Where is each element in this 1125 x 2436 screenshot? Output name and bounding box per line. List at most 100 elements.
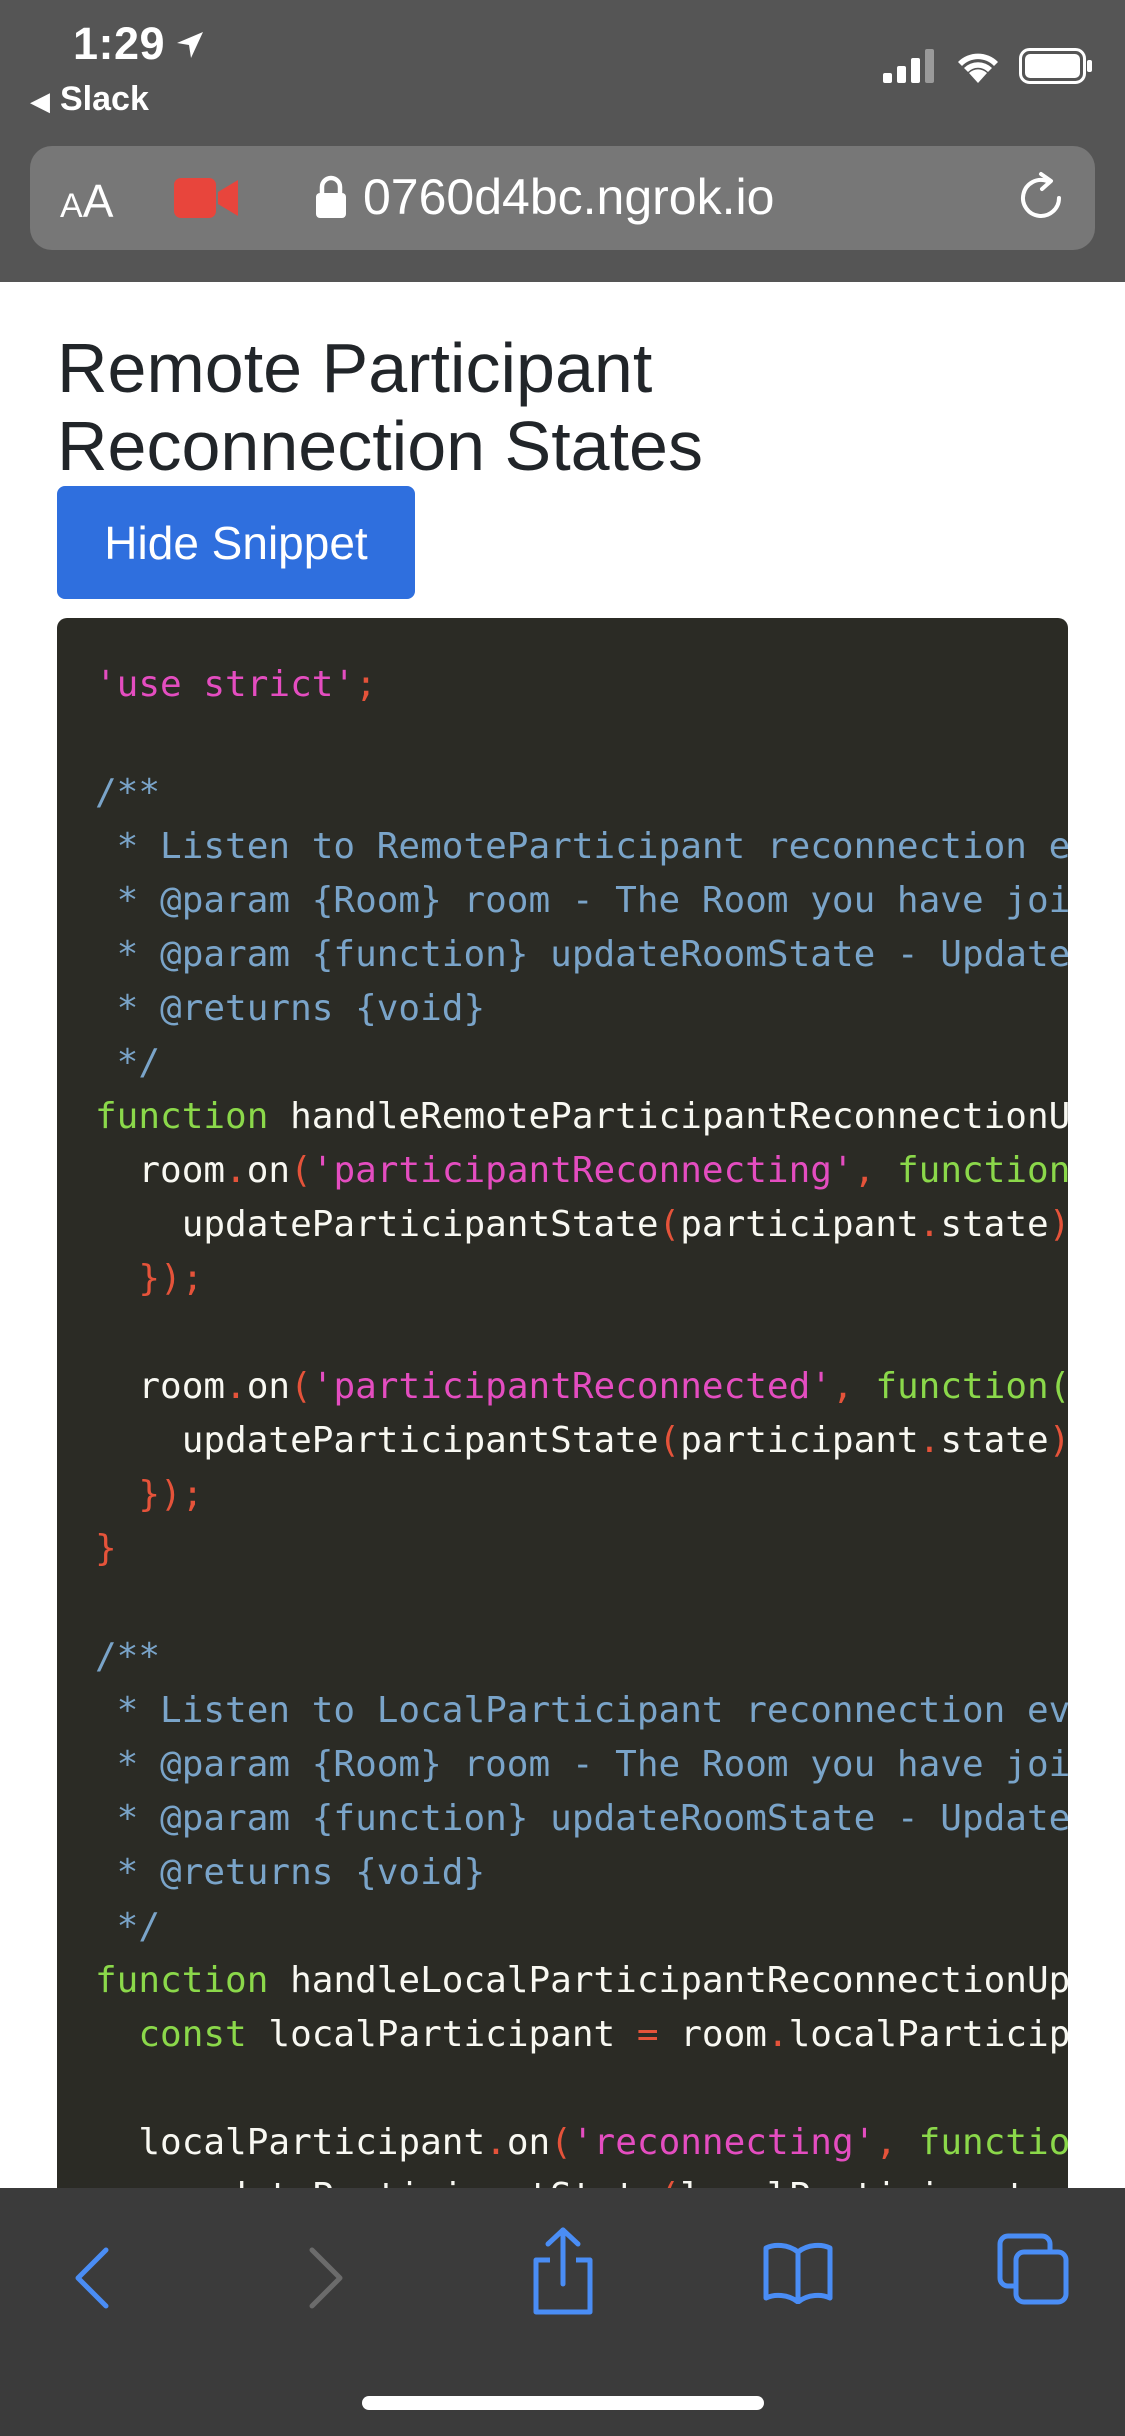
camera-recording-icon[interactable] bbox=[174, 176, 242, 220]
code-token: ( bbox=[290, 1366, 312, 1407]
code-token: . bbox=[918, 1420, 941, 1461]
code-token: functio bbox=[918, 2122, 1068, 2163]
url-display[interactable]: 0760d4bc.ngrok.io bbox=[315, 168, 774, 226]
code-line: * @param {Room} room - The Room you have… bbox=[95, 874, 1068, 928]
code-token: ) bbox=[1049, 1420, 1068, 1461]
code-token: on bbox=[246, 1366, 291, 1407]
code-token: * @param {Room} room - The Room you have… bbox=[95, 880, 1068, 921]
code-token: updateParticipantState bbox=[95, 1420, 659, 1461]
code-line: updateParticipantState(participant.state… bbox=[95, 1414, 1068, 1468]
signal-icon bbox=[883, 49, 934, 83]
code-token: * @returns {void} bbox=[95, 1852, 486, 1893]
code-token: * Listen to RemoteParticipant reconnecti… bbox=[95, 826, 1068, 867]
browser-chrome: 1:29 ◀ Slack AA 0760d4bc.ngrok.io bbox=[0, 0, 1125, 282]
home-indicator[interactable] bbox=[362, 2396, 764, 2410]
code-line: } bbox=[95, 1522, 1068, 1576]
text-size-small-a: A bbox=[60, 187, 83, 225]
code-line: room.on('participantReconnecting', funct… bbox=[95, 1144, 1068, 1198]
code-line: * @returns {void} bbox=[95, 982, 1068, 1036]
code-line: 'use strict'; bbox=[95, 658, 1068, 712]
code-token: /** bbox=[95, 772, 161, 813]
page-title: Remote Participant Reconnection States bbox=[57, 328, 703, 485]
code-token: participant bbox=[680, 1420, 919, 1461]
status-time: 1:29 bbox=[73, 18, 166, 69]
forward-icon[interactable] bbox=[302, 2236, 350, 2320]
code-token: * @returns {void} bbox=[95, 988, 486, 1029]
code-token: s bbox=[1049, 2176, 1068, 2188]
code-token: 'participantReconnected' bbox=[311, 1366, 832, 1407]
code-line: function handleLocalParticipantReconnect… bbox=[95, 1954, 1068, 2008]
code-line: function handleRemoteParticipantReconnec… bbox=[95, 1090, 1068, 1144]
code-block: 'use strict'; /** * Listen to RemoteParti… bbox=[57, 618, 1068, 2188]
bookmarks-icon[interactable] bbox=[762, 2240, 834, 2304]
code-token: participant bbox=[680, 1204, 919, 1245]
code-token: 'use strict' bbox=[95, 664, 356, 705]
location-arrow-icon bbox=[177, 32, 203, 58]
code-token: function bbox=[897, 1150, 1068, 1191]
code-token: ( bbox=[658, 1204, 681, 1245]
code-line: * @param {Room} room - The Room you have… bbox=[95, 1738, 1068, 1792]
hide-snippet-button[interactable]: Hide Snippet bbox=[57, 486, 415, 599]
code-token: ; bbox=[355, 664, 377, 705]
code-line: * @param {function} updateRoomState - Up… bbox=[95, 1792, 1068, 1846]
code-token: localParticipant bbox=[95, 2122, 486, 2163]
code-line: }); bbox=[95, 1468, 1068, 1522]
code-token: * Listen to LocalParticipant reconnectio… bbox=[95, 1690, 1068, 1731]
code-token: }); bbox=[95, 1474, 204, 1515]
code-token: room bbox=[95, 1150, 226, 1191]
code-token: * @param {function} updateRoomState - Up… bbox=[95, 1798, 1068, 1839]
web-page: Remote Participant Reconnection States H… bbox=[0, 282, 1125, 2188]
lock-icon bbox=[316, 175, 346, 218]
code-token: updateParticipantState bbox=[95, 2176, 659, 2188]
code-line: }); bbox=[95, 1252, 1068, 1306]
code-token: * @param {Room} room - The Room you have… bbox=[95, 1744, 1068, 1785]
code-token: ( bbox=[290, 1150, 312, 1191]
code-token: const bbox=[138, 2014, 247, 2055]
code-token: . bbox=[225, 1366, 247, 1407]
code-token: 'participantReconnecting' bbox=[311, 1150, 854, 1191]
reload-icon[interactable] bbox=[1013, 170, 1069, 226]
text-size-button[interactable]: AA bbox=[60, 174, 113, 228]
back-triangle-icon: ◀ bbox=[30, 86, 50, 116]
back-icon[interactable] bbox=[68, 2236, 116, 2320]
code-token: . bbox=[1027, 2176, 1049, 2188]
code-token: /** bbox=[95, 1636, 161, 1677]
code-token: on bbox=[246, 1150, 291, 1191]
back-app-label: Slack bbox=[60, 80, 149, 118]
code-line: * Listen to LocalParticipant reconnectio… bbox=[95, 1684, 1068, 1738]
code-token: , bbox=[875, 2122, 919, 2163]
code-token: . bbox=[225, 1150, 247, 1191]
code-snippet: 'use strict'; /** * Listen to RemoteParti… bbox=[57, 618, 1068, 2188]
code-token: . bbox=[485, 2122, 507, 2163]
code-token: */ bbox=[95, 1906, 161, 1947]
code-token: function bbox=[95, 1096, 269, 1137]
code-token: room bbox=[95, 1366, 226, 1407]
wifi-icon bbox=[958, 53, 998, 83]
code-token: 'reconnecting' bbox=[571, 2122, 876, 2163]
code-line: * Listen to RemoteParticipant reconnecti… bbox=[95, 820, 1068, 874]
address-bar[interactable]: AA 0760d4bc.ngrok.io bbox=[30, 146, 1095, 250]
code-token: on bbox=[506, 2122, 551, 2163]
status-icons bbox=[883, 48, 1093, 84]
code-token: state bbox=[940, 1204, 1049, 1245]
code-token: handleLocalParticipantReconnectionUp bbox=[268, 1960, 1068, 2001]
code-line: * @returns {void} bbox=[95, 1846, 1068, 1900]
code-token: ( bbox=[550, 2122, 572, 2163]
code-token: ) bbox=[1049, 1204, 1068, 1245]
battery-icon bbox=[1019, 48, 1092, 84]
share-icon[interactable] bbox=[528, 2226, 598, 2316]
back-to-app-link[interactable]: ◀ Slack bbox=[30, 80, 149, 119]
code-token: updateParticipantState bbox=[95, 1204, 659, 1245]
code-token: ( bbox=[658, 1420, 681, 1461]
code-token: , bbox=[831, 1366, 876, 1407]
code-token: function bbox=[95, 1960, 269, 2001]
code-line: updateParticipantState(participant.state… bbox=[95, 1198, 1068, 1252]
code-line: */ bbox=[95, 1900, 1068, 1954]
tabs-icon[interactable] bbox=[996, 2232, 1072, 2308]
code-token: } bbox=[95, 1528, 117, 1569]
url-text: 0760d4bc.ngrok.io bbox=[363, 169, 775, 225]
text-size-big-a: A bbox=[82, 175, 114, 227]
